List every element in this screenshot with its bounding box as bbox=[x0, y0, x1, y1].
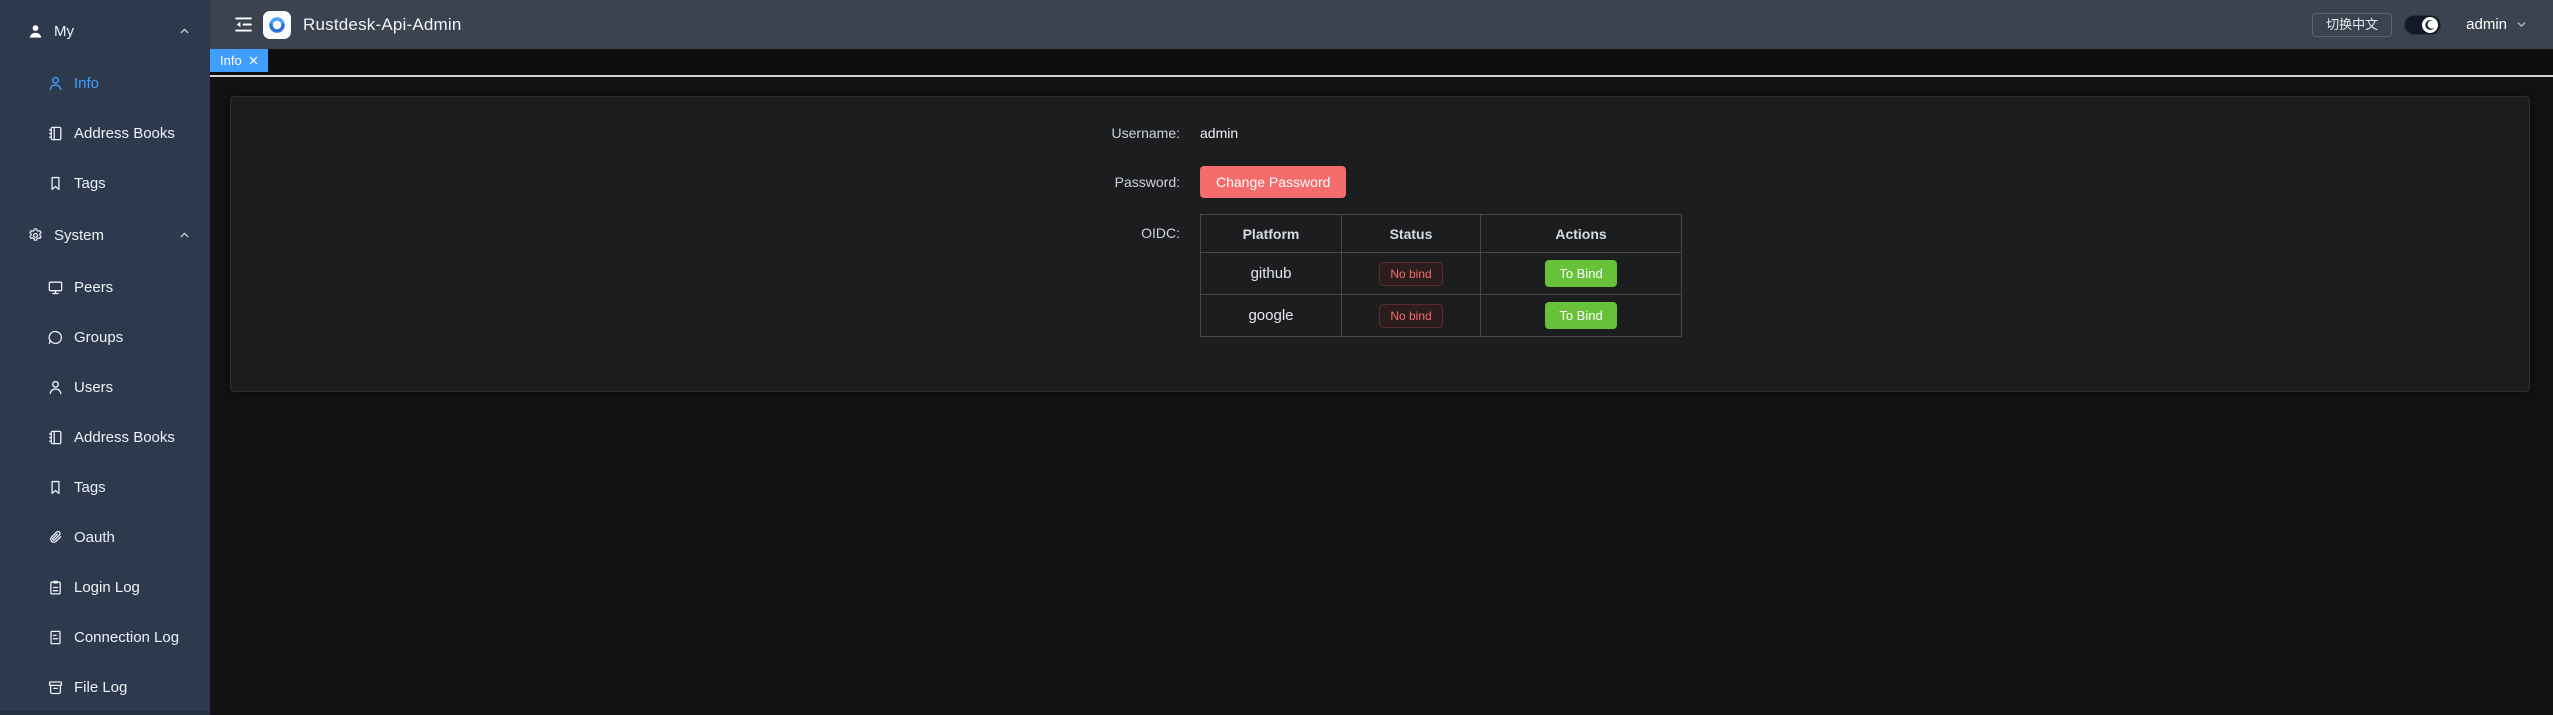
tab-info[interactable]: Info bbox=[210, 49, 268, 72]
status-badge: No bind bbox=[1379, 304, 1442, 328]
column-header-status: Status bbox=[1342, 215, 1481, 253]
bookmark-icon bbox=[47, 175, 64, 192]
sidebar-item-info[interactable]: Info bbox=[0, 58, 210, 108]
sidebar-item-address-books[interactable]: Address Books bbox=[0, 108, 210, 158]
switch-language-button[interactable]: 切换中文 bbox=[2312, 13, 2392, 37]
username-label: Username: bbox=[1070, 125, 1180, 141]
user-icon bbox=[47, 379, 64, 396]
status-cell: No bind bbox=[1342, 253, 1481, 295]
sidebar: My Info Address Books Tags bbox=[0, 0, 210, 715]
clipboard-icon bbox=[47, 579, 64, 596]
sidebar-item-label: Tags bbox=[74, 175, 106, 192]
column-header-platform: Platform bbox=[1201, 215, 1342, 253]
document-icon bbox=[47, 629, 64, 646]
sidebar-item-label: Info bbox=[74, 75, 99, 92]
change-password-button[interactable]: Change Password bbox=[1200, 166, 1346, 198]
sidebar-item-peers[interactable]: Peers bbox=[0, 262, 210, 312]
address-book-icon bbox=[47, 429, 64, 446]
oidc-label: OIDC: bbox=[1070, 214, 1180, 252]
password-row: Password: Change Password bbox=[1070, 166, 1710, 198]
table-row-github: github No bind To Bind bbox=[1201, 253, 1682, 295]
oidc-table-header-row: Platform Status Actions bbox=[1201, 215, 1682, 253]
sidebar-group-system[interactable]: System bbox=[0, 208, 210, 262]
chevron-up-icon bbox=[178, 229, 191, 242]
username-value: admin bbox=[1200, 125, 1238, 141]
sidebar-item-label: Users bbox=[74, 379, 113, 396]
chevron-up-icon bbox=[178, 25, 191, 38]
sidebar-item-file-log[interactable]: File Log bbox=[0, 662, 210, 712]
sidebar-bottom-strip bbox=[0, 711, 210, 715]
actions-cell: To Bind bbox=[1481, 295, 1682, 337]
oidc-row: OIDC: Platform Status Actions bbox=[1070, 214, 1710, 337]
fold-menu-icon[interactable] bbox=[233, 14, 254, 35]
tab-label: Info bbox=[220, 53, 242, 68]
sidebar-group-label: System bbox=[54, 227, 104, 244]
password-label: Password: bbox=[1070, 174, 1180, 190]
username-row: Username: admin bbox=[1070, 117, 1710, 149]
main-content: Username: admin Password: Change Passwor… bbox=[210, 79, 2553, 715]
address-book-icon bbox=[47, 125, 64, 142]
sidebar-item-label: Groups bbox=[74, 329, 123, 346]
platform-cell: google bbox=[1201, 295, 1342, 337]
top-header: Rustdesk-Api-Admin 切换中文 admin bbox=[210, 0, 2553, 49]
sidebar-item-tags[interactable]: Tags bbox=[0, 158, 210, 208]
bookmark-icon bbox=[47, 479, 64, 496]
rustdesk-logo bbox=[263, 11, 291, 39]
sidebar-item-label: Address Books bbox=[74, 429, 175, 446]
column-header-actions: Actions bbox=[1481, 215, 1682, 253]
actions-cell: To Bind bbox=[1481, 253, 1682, 295]
status-badge: No bind bbox=[1379, 262, 1442, 286]
gear-icon bbox=[27, 227, 44, 244]
archive-box-icon bbox=[47, 679, 64, 696]
sidebar-item-tags-2[interactable]: Tags bbox=[0, 462, 210, 512]
dark-mode-toggle[interactable] bbox=[2404, 15, 2441, 35]
user-menu[interactable]: admin bbox=[2466, 16, 2507, 33]
monitor-icon bbox=[47, 279, 64, 296]
to-bind-button[interactable]: To Bind bbox=[1545, 302, 1616, 329]
status-cell: No bind bbox=[1342, 295, 1481, 337]
sidebar-item-users[interactable]: Users bbox=[0, 362, 210, 412]
table-row-google: google No bind To Bind bbox=[1201, 295, 1682, 337]
sidebar-group-my[interactable]: My bbox=[0, 4, 210, 58]
account-info-card: Username: admin Password: Change Passwor… bbox=[230, 96, 2530, 392]
moon-icon bbox=[2422, 17, 2438, 33]
sidebar-item-label: Peers bbox=[74, 279, 113, 296]
account-form: Username: admin Password: Change Passwor… bbox=[1070, 97, 1710, 337]
sidebar-item-groups[interactable]: Groups bbox=[0, 312, 210, 362]
app-title: Rustdesk-Api-Admin bbox=[303, 15, 462, 35]
oidc-table: Platform Status Actions github No bind bbox=[1200, 214, 1682, 337]
user-icon bbox=[47, 75, 64, 92]
to-bind-button[interactable]: To Bind bbox=[1545, 260, 1616, 287]
chat-bubble-icon bbox=[47, 329, 64, 346]
tab-bar: Info bbox=[210, 49, 2553, 77]
sidebar-item-address-books-2[interactable]: Address Books bbox=[0, 412, 210, 462]
sidebar-item-connection-log[interactable]: Connection Log bbox=[0, 612, 210, 662]
sidebar-item-label: Connection Log bbox=[74, 629, 179, 646]
chevron-down-icon[interactable] bbox=[2515, 18, 2528, 31]
sidebar-item-login-log[interactable]: Login Log bbox=[0, 562, 210, 612]
close-icon[interactable] bbox=[249, 56, 258, 65]
platform-cell: github bbox=[1201, 253, 1342, 295]
sidebar-item-label: Oauth bbox=[74, 529, 115, 546]
sidebar-item-label: Address Books bbox=[74, 125, 175, 142]
paperclip-icon bbox=[47, 529, 64, 546]
sidebar-item-label: Tags bbox=[74, 479, 106, 496]
sidebar-item-label: File Log bbox=[74, 679, 127, 696]
app-root: My Info Address Books Tags bbox=[0, 0, 2553, 715]
sidebar-item-oauth[interactable]: Oauth bbox=[0, 512, 210, 562]
user-filled-icon bbox=[27, 23, 44, 40]
sidebar-item-label: Login Log bbox=[74, 579, 140, 596]
sidebar-group-label: My bbox=[54, 23, 74, 40]
